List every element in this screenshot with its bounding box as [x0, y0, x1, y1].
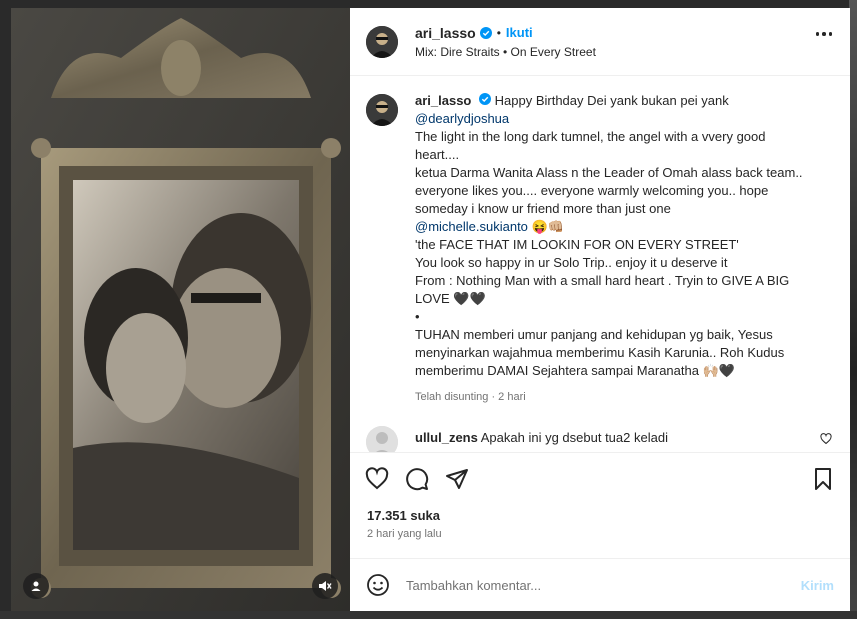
caption-line: •: [415, 309, 420, 324]
comment-item: ullul_zens Apakah ini yg dsebut tua2 kel…: [366, 426, 834, 452]
bookmark-icon: [815, 467, 831, 490]
caption-line: ketua Darma Wanita Alass n the Leader of…: [415, 165, 803, 216]
comment-composer: Kirim: [350, 558, 850, 611]
caption-line: 'the FACE THAT IM LOOKIN FOR ON EVERY ST…: [415, 237, 739, 252]
save-button[interactable]: [810, 466, 836, 492]
verified-badge-icon: [479, 93, 491, 105]
caption-username[interactable]: ari_lasso: [415, 93, 471, 108]
commenter-username[interactable]: ullul_zens: [415, 430, 478, 445]
muted-speaker-icon: [319, 581, 332, 591]
more-options-icon[interactable]: [815, 32, 832, 36]
post-timestamp[interactable]: 2 hari yang lalu: [350, 524, 850, 558]
avatar-image: [366, 94, 398, 126]
header-separator: •: [496, 25, 501, 40]
mute-button[interactable]: [312, 573, 338, 599]
caption-author-avatar[interactable]: [366, 94, 398, 126]
author-username[interactable]: ari_lasso: [415, 25, 476, 41]
action-bar: [350, 452, 850, 504]
avatar-image: [366, 25, 398, 58]
author-avatar[interactable]: [366, 25, 398, 58]
verified-badge-icon: [479, 26, 492, 39]
post-comment-button[interactable]: Kirim: [801, 578, 834, 593]
comments-section[interactable]: ari_lasso Happy Birthday Dei yank bukan …: [350, 76, 850, 452]
user-tag-icon: [31, 581, 41, 591]
caption-line: TUHAN memberi umur panjang and kehidupan…: [415, 327, 785, 378]
like-button[interactable]: [364, 466, 390, 492]
comment-input[interactable]: [406, 577, 801, 593]
share-button[interactable]: [444, 466, 470, 492]
commenter-avatar[interactable]: [366, 426, 398, 452]
photo-frame-image: [11, 8, 350, 611]
background-feed-bottom: [0, 611, 857, 619]
audio-track-link[interactable]: Mix: Dire Straits • On Every Street: [415, 45, 596, 59]
post-caption: ari_lasso Happy Birthday Dei yank bukan …: [366, 92, 834, 406]
likes-count[interactable]: 17.351 suka: [350, 504, 850, 524]
emoji-icon[interactable]: [366, 573, 390, 597]
comment-like-icon[interactable]: [820, 433, 832, 445]
caption-meta: Telah disunting · 2 hari: [415, 391, 526, 403]
caption-line: From : Nothing Man with a small hard hea…: [415, 273, 790, 306]
caption-emoji: 😝👊🏼: [527, 219, 564, 234]
comment-text: Apakah ini yg dsebut tua2 keladi: [480, 430, 668, 445]
caption-line: Happy Birthday Dei yank bukan pei yank: [494, 93, 729, 108]
post-media[interactable]: [11, 8, 350, 611]
default-avatar-icon: [366, 426, 398, 452]
comment-button[interactable]: [404, 466, 430, 492]
send-icon: [446, 468, 468, 489]
mention-link[interactable]: @michelle.sukianto: [415, 219, 528, 234]
post-details-panel: ari_lasso • Ikuti Mix: Dire Straits • On…: [350, 8, 850, 611]
caption-line: You look so happy in ur Solo Trip.. enjo…: [415, 255, 728, 270]
background-feed-edge: [849, 0, 857, 619]
follow-button[interactable]: Ikuti: [506, 25, 533, 40]
caption-line: The light in the long dark tumnel, the a…: [415, 129, 766, 162]
tagged-users-button[interactable]: [23, 573, 49, 599]
mention-link[interactable]: @dearlydjoshua: [415, 110, 810, 128]
post-header: ari_lasso • Ikuti Mix: Dire Straits • On…: [350, 8, 850, 76]
comment-icon: [406, 467, 429, 490]
heart-icon: [365, 466, 389, 489]
